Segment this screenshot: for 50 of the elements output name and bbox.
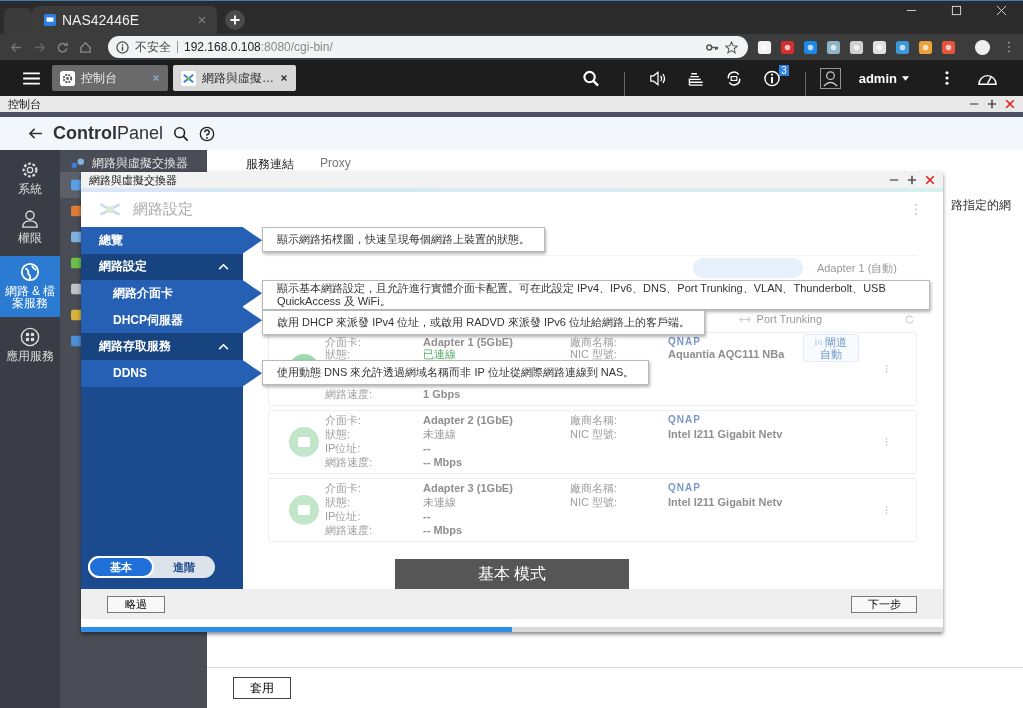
field-label: 廠商名稱: (570, 482, 619, 496)
gateway-value: 自動 (820, 348, 842, 360)
field-label: NIC 型號: (570, 348, 619, 360)
field-label: 廠商名稱: (570, 414, 619, 428)
field-label: 介面卡: (324, 336, 363, 348)
submenu-title: 網路與虛擬交換器 (92, 155, 188, 172)
field-value: 未連線 (423, 496, 457, 510)
field-value: -- (423, 510, 432, 524)
notification-badge: 3 (779, 64, 789, 76)
field-label: NIC 型號: (570, 496, 619, 510)
hint-callout: 顯示網路拓樸圖，快速呈現每個網路上裝置的狀態。 (262, 227, 545, 252)
field-label: IP位址: (324, 442, 362, 456)
vendor-logo: QNAP (668, 414, 702, 427)
field-value: Adapter 1 (5GbE) (423, 336, 514, 348)
field-label: 網路速度: (324, 524, 374, 538)
field-value: -- (423, 442, 432, 456)
hint-callout: 使用動態 DNS 來允許透過網域名稱而非 IP 位址從網際網路連線到 NAS。 (262, 360, 650, 385)
field-value: 1 Gbps (423, 388, 462, 402)
field-value: 已連線 (423, 348, 456, 360)
field-value: -- Mbps (423, 456, 464, 470)
field-label: 介面卡: (324, 414, 363, 428)
field-value: -- Mbps (423, 524, 464, 538)
url-text: 192.168.0.108:8080/cgi-bin/ (184, 40, 333, 54)
vendor-logo: QNAP (668, 482, 702, 495)
hint-callout: 顯示基本網路設定，且允許進行實體介面卡配置。可在此設定 IPv4、IPv6、DNS、Port Trunking、VLAN、Thunderbolt、USB QuickAccess 及 WiFi。 (262, 280, 930, 311)
dialog-heading: 網路設定 (133, 200, 193, 219)
mode-banner: 基本 模式 (395, 559, 629, 589)
window-title: 控制台 (8, 96, 41, 112)
field-label: 狀態: (324, 496, 352, 510)
vendor-logo: QNAP (668, 336, 702, 348)
field-label: 狀態: (324, 348, 352, 360)
field-value: Adapter 3 (1GbE) (423, 482, 514, 496)
description-text: 路指定的網 (951, 198, 1011, 213)
field-label: NIC 型號: (570, 428, 619, 442)
field-value: Aquantia AQC111 NBa (668, 348, 786, 360)
gateway-label: 閘道 (825, 336, 847, 348)
field-label: 介面卡: (324, 482, 363, 496)
field-value: 未連線 (423, 428, 457, 442)
field-value: Intel I211 Gigabit Netv (668, 496, 784, 510)
field-label: 廠商名稱: (570, 336, 619, 348)
hint-callout: 啟用 DHCP 來派發 IPv4 位址，或啟用 RADVD 來派發 IPv6 位址給網路上的客戶端。 (262, 310, 705, 336)
field-label: 狀態: (324, 428, 352, 442)
dialog-title: 網路與虛擬交換器 (89, 172, 177, 188)
security-label: 不安全 (135, 38, 171, 56)
field-label: 網路速度: (324, 456, 374, 470)
field-value: Adapter 2 (1GbE) (423, 414, 514, 428)
field-label: 網路速度: (324, 388, 374, 402)
field-label: IP位址: (324, 510, 362, 524)
page-title: ControlPanel (53, 123, 164, 144)
field-value: Intel I211 Gigabit Netv (668, 428, 784, 442)
